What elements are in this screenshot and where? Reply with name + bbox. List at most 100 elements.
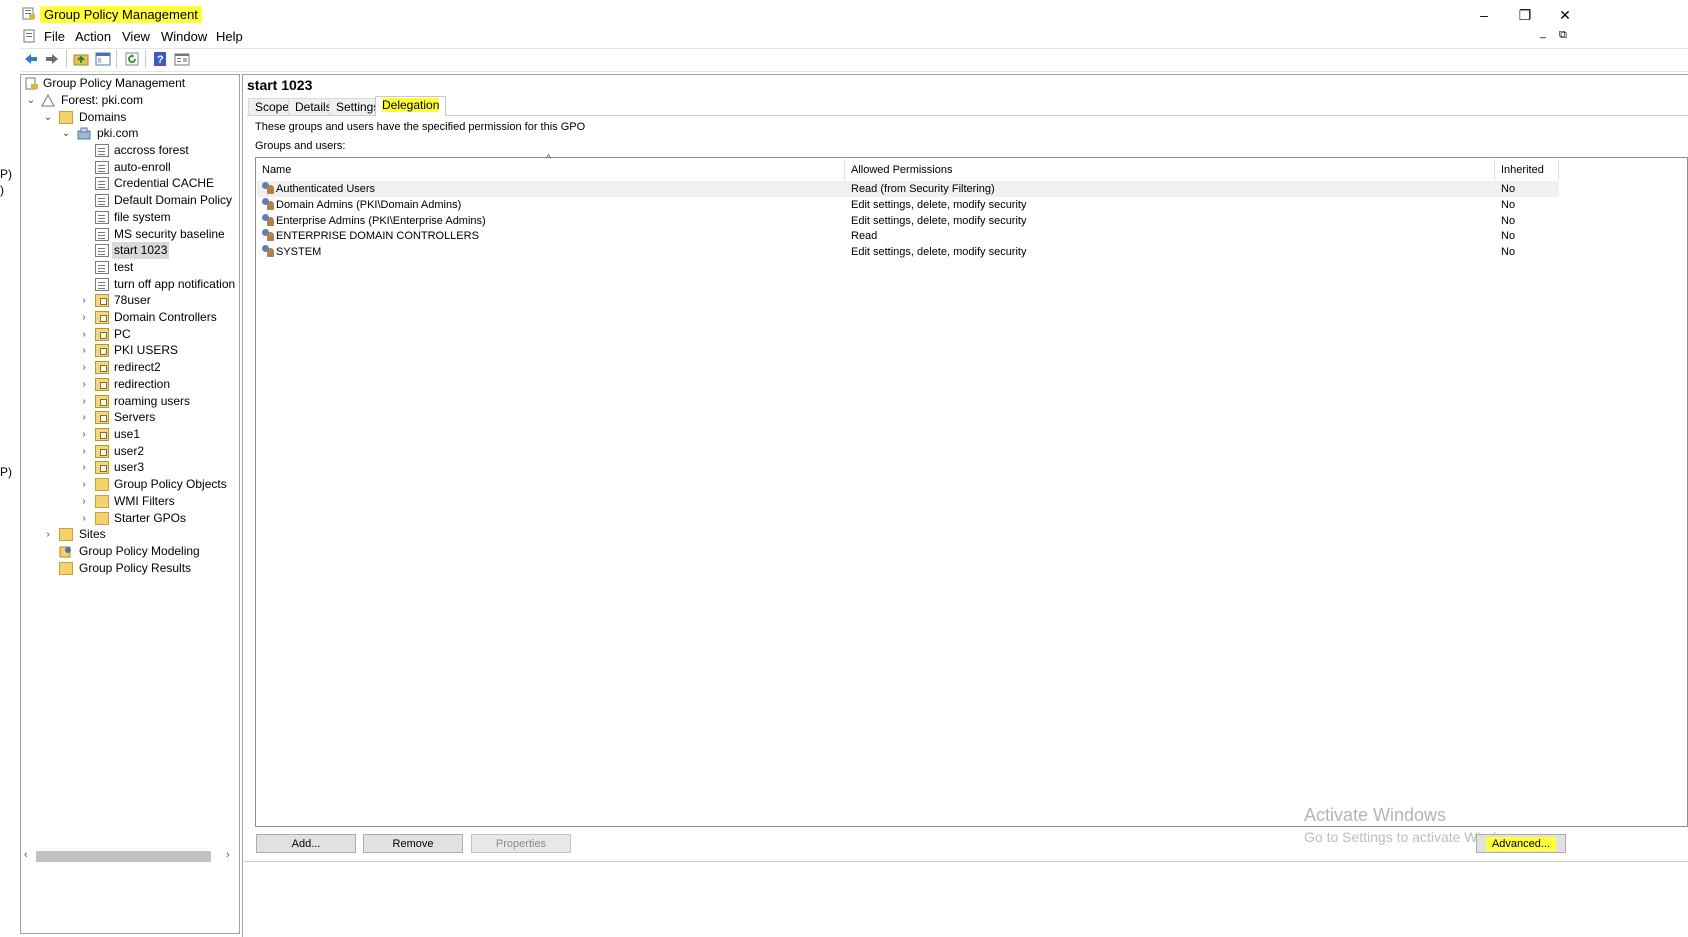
inner-restore-button[interactable]: ⧉ [1559, 29, 1567, 42]
gpo-link-icon [95, 194, 109, 207]
gpo-link-icon [95, 144, 109, 157]
tree-label: Group Policy Objects [114, 477, 227, 491]
show-hide-tree-icon[interactable] [95, 51, 111, 67]
tree-label: Group Policy Management [43, 76, 186, 90]
chevron-right-icon[interactable]: › [79, 426, 89, 443]
table-row[interactable]: ENTERPRISE DOMAIN CONTROLLERS Read No [261, 228, 1559, 244]
column-divider[interactable] [1558, 159, 1559, 180]
chevron-right-icon[interactable]: › [79, 476, 89, 493]
properties-icon[interactable] [174, 51, 190, 67]
gpo-link-icon [95, 161, 109, 174]
menu-action[interactable]: Action [75, 29, 111, 44]
gpo-link-icon [95, 177, 109, 190]
row-name: Domain Admins (PKI\Domain Admins) [276, 199, 462, 211]
scroll-right-icon[interactable]: › [226, 849, 230, 861]
minimize-button[interactable]: – [1469, 4, 1499, 26]
gpo-link-icon [95, 261, 109, 274]
activation-watermark-title: Activate Windows [1304, 805, 1447, 825]
menu-view[interactable]: View [122, 29, 150, 44]
chevron-right-icon[interactable]: › [79, 359, 89, 376]
properties-button[interactable]: Properties [471, 834, 571, 853]
tree-label: roaming users [114, 394, 191, 408]
table-row[interactable]: Domain Admins (PKI\Domain Admins) Edit s… [261, 197, 1559, 213]
chevron-down-icon[interactable]: ⌄ [43, 109, 53, 126]
ou-folder-icon [95, 445, 109, 458]
scrollbar-thumb[interactable] [36, 851, 211, 862]
tree-label: redirection [114, 377, 171, 391]
sort-ascending-icon: ^ [546, 153, 552, 165]
modeling-icon [59, 545, 73, 558]
ou-folder-icon [95, 378, 109, 391]
tree-label: Default Domain Policy [114, 193, 233, 207]
column-divider[interactable] [1494, 159, 1495, 180]
menu-file[interactable]: File [44, 29, 65, 44]
ou-folder-icon [95, 428, 109, 441]
scroll-left-icon[interactable]: ‹ [24, 849, 28, 861]
column-header-name[interactable]: Name [262, 160, 291, 180]
add-button[interactable]: Add... [256, 834, 356, 853]
svg-text:?: ? [157, 54, 164, 66]
row-permissions: Edit settings, delete, modify security [851, 215, 1027, 227]
chevron-right-icon[interactable]: › [79, 493, 89, 510]
gpmc-app-icon [22, 6, 36, 20]
table-row[interactable]: Enterprise Admins (PKI\Enterprise Admins… [261, 213, 1559, 229]
chevron-right-icon[interactable]: › [79, 376, 89, 393]
help-icon[interactable]: ? [152, 51, 168, 67]
row-inherited: No [1501, 199, 1516, 211]
toolbar [20, 48, 1688, 72]
background-window-fragment: P) [0, 167, 12, 181]
starter-gpo-icon [95, 512, 109, 525]
chevron-right-icon[interactable]: › [79, 292, 89, 309]
column-header-permissions[interactable]: Allowed Permissions [851, 160, 952, 180]
background-window-fragment: ) [0, 183, 4, 197]
chevron-right-icon[interactable]: › [79, 510, 89, 527]
chevron-right-icon[interactable]: › [79, 309, 89, 326]
tree-label: redirect2 [114, 360, 161, 374]
chevron-right-icon[interactable]: › [43, 526, 53, 543]
up-folder-icon[interactable] [73, 51, 89, 67]
restore-button[interactable]: ❐ [1510, 4, 1540, 26]
refresh-icon[interactable] [124, 51, 140, 67]
chevron-right-icon[interactable]: › [79, 342, 89, 359]
chevron-right-icon[interactable]: › [79, 443, 89, 460]
close-button[interactable]: ✕ [1550, 4, 1580, 26]
ou-folder-icon [95, 411, 109, 424]
inner-minimize-button[interactable]: _ [1540, 27, 1546, 39]
back-arrow-icon[interactable] [23, 51, 39, 67]
groups-and-users-label: Groups and users: [255, 140, 346, 152]
tree-label: PKI USERS [114, 343, 179, 357]
gpo-link-icon [95, 278, 109, 291]
row-permissions: Read (from Security Filtering) [851, 183, 995, 195]
forward-arrow-icon[interactable] [44, 51, 60, 67]
table-row[interactable]: Authenticated Users Read (from Security … [261, 181, 1559, 197]
user-group-icon [261, 198, 275, 211]
chevron-down-icon[interactable]: ⌄ [26, 92, 36, 109]
row-permissions: Edit settings, delete, modify security [851, 246, 1027, 258]
column-divider[interactable] [844, 159, 845, 180]
advanced-button[interactable]: Advanced... [1476, 834, 1566, 853]
column-header-inherited[interactable]: Inherited [1501, 160, 1544, 180]
chevron-down-icon[interactable]: ⌄ [61, 125, 71, 142]
user-group-icon [261, 245, 275, 258]
chevron-right-icon[interactable]: › [79, 326, 89, 343]
gpo-link-icon [95, 228, 109, 241]
console-icon[interactable] [23, 29, 37, 43]
tree-label: user3 [114, 460, 145, 474]
advanced-button-label: Advanced... [1485, 837, 1557, 851]
chevron-right-icon[interactable]: › [79, 459, 89, 476]
user-group-icon [261, 214, 275, 227]
tree-label: Domain Controllers [114, 310, 217, 324]
wmi-filter-icon [95, 495, 109, 508]
tab-delegation[interactable]: Delegation [375, 96, 447, 116]
menu-help[interactable]: Help [216, 29, 243, 44]
ou-folder-icon [95, 328, 109, 341]
chevron-right-icon[interactable]: › [79, 409, 89, 426]
remove-button[interactable]: Remove [363, 834, 463, 853]
table-row[interactable]: SYSTEM Edit settings, delete, modify sec… [261, 244, 1559, 260]
menu-window[interactable]: Window [161, 29, 207, 44]
ou-folder-icon [95, 461, 109, 474]
chevron-right-icon[interactable]: › [79, 393, 89, 410]
tree-label: MS security baseline [114, 227, 225, 241]
tree-label: user2 [114, 444, 145, 458]
status-divider [242, 861, 1688, 862]
